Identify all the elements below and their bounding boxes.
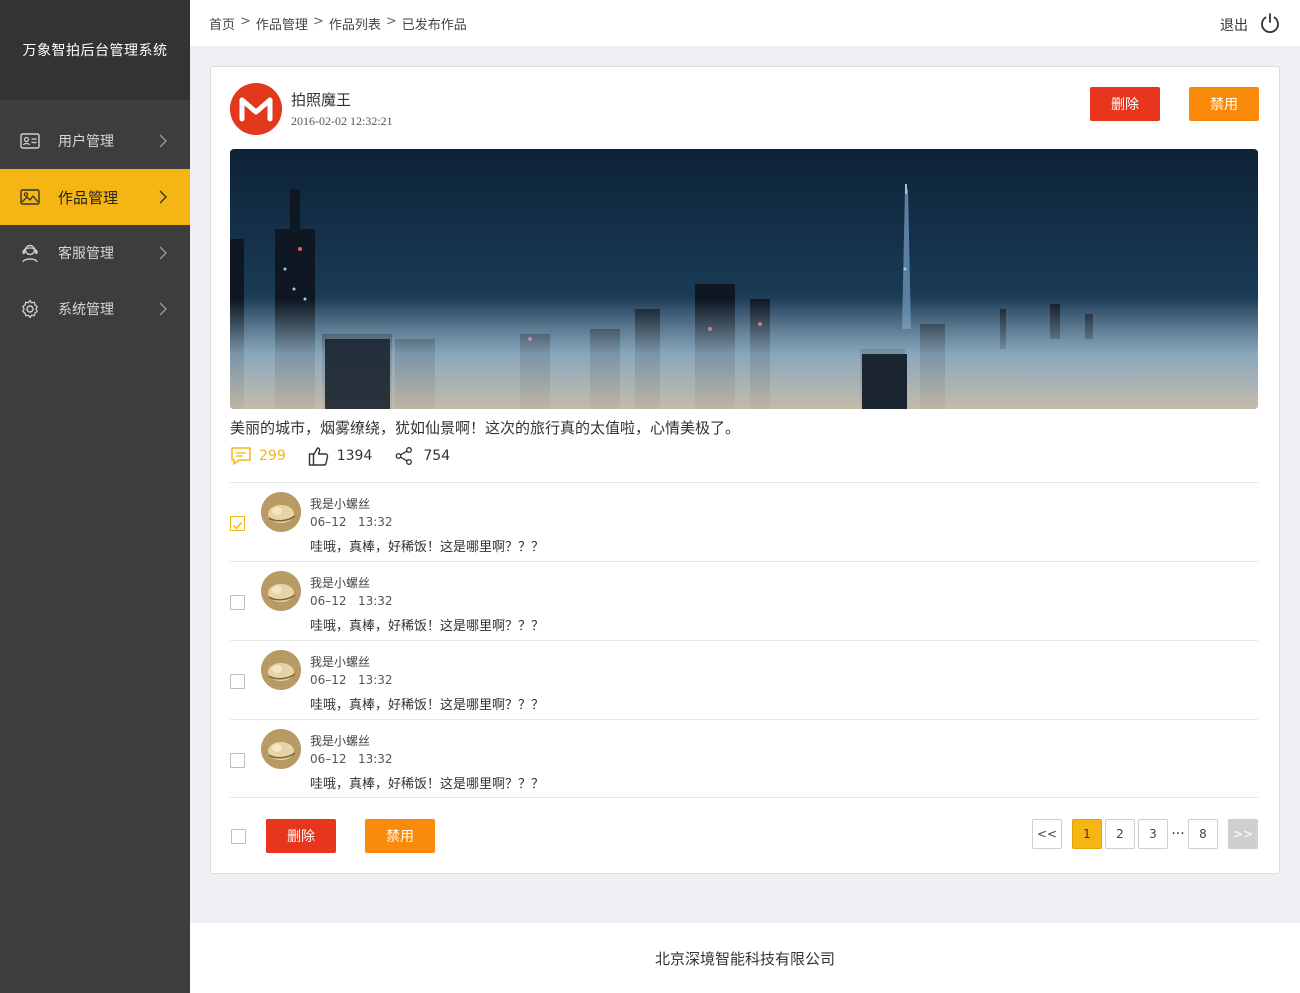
- comment-count: 299: [259, 448, 286, 464]
- breadcrumb: 首页 > 作品管理 > 作品列表 > 已发布作品: [209, 14, 467, 33]
- sidebar-item-system[interactable]: 系统管理: [0, 281, 190, 337]
- commenter-name: 我是小螺丝: [310, 655, 371, 669]
- top-header: 首页 > 作品管理 > 作品列表 > 已发布作品 退出: [190, 0, 1300, 46]
- breadcrumb-item[interactable]: 作品列表: [329, 14, 381, 33]
- gear-icon: [20, 299, 40, 319]
- commenter-name: 我是小螺丝: [310, 734, 371, 748]
- thumbs-up-icon: [308, 445, 332, 467]
- share-icon: [394, 445, 418, 467]
- post-stats: 299 1394 754: [230, 445, 472, 467]
- share-stat[interactable]: 754: [394, 445, 450, 467]
- sidebar-item-support[interactable]: 客服管理: [0, 225, 190, 281]
- bulk-actions: 删除 禁用 << 1 2 3 ··· 8 >>: [230, 819, 1258, 855]
- sidebar-item-users[interactable]: 用户管理: [0, 113, 190, 169]
- prev-page-button[interactable]: <<: [1032, 819, 1062, 849]
- chevron-right-icon: [159, 134, 167, 148]
- page-button-last[interactable]: 8: [1188, 819, 1218, 849]
- comment-stat[interactable]: 299: [230, 445, 286, 467]
- comment-text: 哇哦，真棒，好稀饭！这是哪里啊？？？: [310, 540, 545, 555]
- sidebar-item-label: 用户管理: [58, 134, 114, 150]
- pagination-ellipsis: ···: [1171, 826, 1185, 842]
- sidebar-nav: 用户管理 作品管理 客服管理 系统管理: [0, 113, 190, 337]
- sidebar: 万象智拍后台管理系统 用户管理 作品管理 客服管理 系统管理: [0, 0, 190, 993]
- company-name: 北京深境智能科技有限公司: [654, 949, 835, 968]
- comment-text: 哇哦，真棒，好稀饭！这是哪里啊？？？: [310, 619, 545, 634]
- commenter-name: 我是小螺丝: [310, 497, 371, 511]
- breadcrumb-separator: >: [240, 14, 251, 29]
- comment-time: 06–12 13:32: [310, 594, 393, 608]
- disable-post-button[interactable]: 禁用: [1189, 87, 1259, 121]
- comment-checkbox[interactable]: [230, 674, 245, 689]
- image-icon: [20, 187, 40, 207]
- sidebar-item-label: 系统管理: [58, 302, 114, 318]
- bulk-disable-button[interactable]: 禁用: [365, 819, 435, 853]
- check-icon: [232, 522, 243, 530]
- list-item: 我是小螺丝 06–12 13:32 哇哦，真棒，好稀饭！这是哪里啊？？？: [230, 561, 1258, 640]
- select-all-checkbox[interactable]: [231, 829, 246, 844]
- breadcrumb-separator: >: [385, 14, 397, 29]
- comment-text: 哇哦，真棒，好稀饭！这是哪里啊？？？: [310, 777, 545, 792]
- next-page-button[interactable]: >>: [1228, 819, 1258, 849]
- sidebar-item-label: 客服管理: [58, 246, 114, 262]
- app-title: 万象智拍后台管理系统: [0, 0, 190, 100]
- list-item: 我是小螺丝 06–12 13:32 哇哦，真棒，好稀饭！这是哪里啊？？？: [230, 719, 1258, 798]
- page-footer: 北京深境智能科技有限公司: [190, 923, 1300, 993]
- avatar: [261, 492, 301, 532]
- avatar: [261, 650, 301, 690]
- post-time: 2016-02-02 12:32:21: [291, 114, 393, 128]
- page-button-2[interactable]: 2: [1105, 819, 1135, 849]
- chevron-right-icon: [159, 302, 167, 316]
- power-icon[interactable]: [1259, 12, 1281, 34]
- sidebar-item-label: 作品管理: [58, 188, 119, 207]
- page-button-3[interactable]: 3: [1138, 819, 1168, 849]
- page-button-1[interactable]: 1: [1072, 819, 1102, 849]
- comment-checkbox[interactable]: [230, 753, 245, 768]
- breadcrumb-current: 已发布作品: [401, 18, 467, 33]
- comment-time: 06–12 13:32: [310, 515, 393, 529]
- comment-list: 我是小螺丝 06–12 13:32 哇哦，真棒，好稀饭！这是哪里啊？？？ 我是小…: [230, 482, 1258, 798]
- breadcrumb-separator: >: [312, 14, 324, 29]
- list-item: 我是小螺丝 06–12 13:32 哇哦，真棒，好稀饭！这是哪里啊？？？: [230, 640, 1258, 719]
- post-photo: [230, 149, 1258, 409]
- breadcrumb-item[interactable]: 作品管理: [256, 14, 308, 33]
- breadcrumb-item[interactable]: 首页: [209, 14, 235, 33]
- headset-icon: [20, 243, 40, 263]
- bulk-delete-button[interactable]: 删除: [266, 819, 336, 853]
- comment-time: 06–12 13:32: [310, 673, 393, 687]
- brand-logo-icon: [230, 83, 282, 135]
- chevron-right-icon: [159, 246, 167, 260]
- list-item: 我是小螺丝 06–12 13:32 哇哦，真棒，好稀饭！这是哪里啊？？？: [230, 482, 1258, 561]
- logout-link[interactable]: 退出: [1220, 15, 1248, 35]
- post-card: 拍照魔王 2016-02-02 12:32:21 删除 禁用 美丽的城市，烟雾缭…: [210, 66, 1280, 874]
- comment-text: 哇哦，真棒，好稀饭！这是哪里啊？？？: [310, 698, 545, 713]
- delete-post-button[interactable]: 删除: [1090, 87, 1160, 121]
- avatar: [261, 729, 301, 769]
- pagination: << 1 2 3 ··· 8 >>: [1029, 819, 1258, 849]
- share-count: 754: [423, 448, 451, 464]
- avatar: [261, 571, 301, 611]
- comment-checkbox[interactable]: [230, 595, 245, 610]
- like-count: 1394: [336, 448, 373, 464]
- author-name: 拍照魔王: [291, 91, 352, 109]
- sidebar-item-works[interactable]: 作品管理: [0, 169, 190, 225]
- id-card-icon: [20, 131, 40, 151]
- author-avatar: [230, 83, 282, 135]
- chevron-right-icon: [159, 190, 167, 204]
- comment-icon: [230, 445, 254, 467]
- like-stat[interactable]: 1394: [308, 445, 373, 467]
- post-caption: 美丽的城市，烟雾缭绕，犹如仙景啊！这次的旅行真的太值啦，心情美极了。: [230, 419, 741, 437]
- comment-checkbox[interactable]: [230, 516, 245, 531]
- comment-time: 06–12 13:32: [310, 752, 393, 766]
- commenter-name: 我是小螺丝: [310, 576, 371, 590]
